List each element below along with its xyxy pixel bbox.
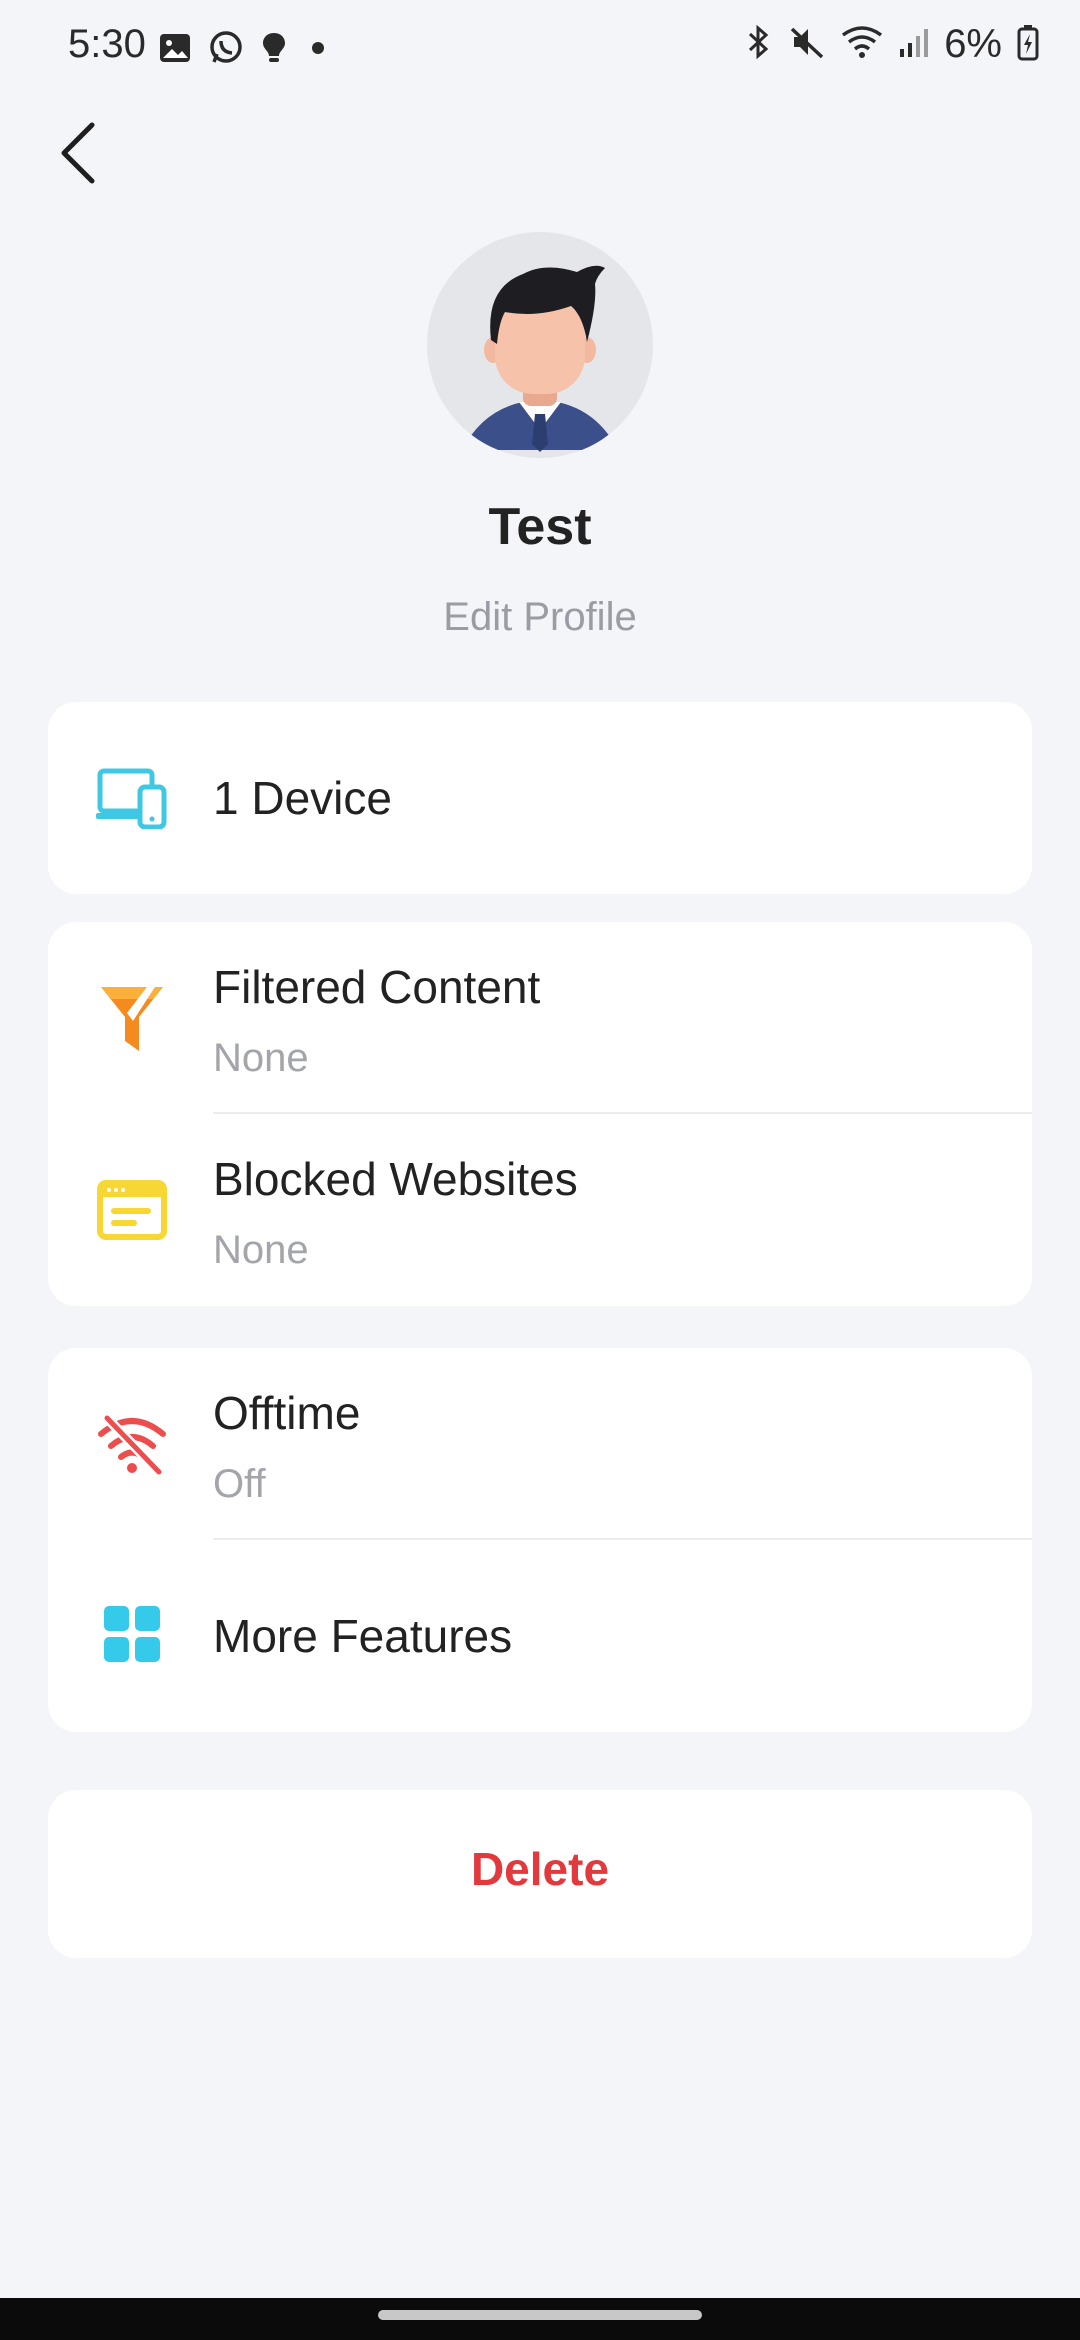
more-features-title: More Features (213, 1610, 513, 1662)
offtime-row[interactable]: Offtime Off (48, 1348, 1032, 1540)
avatar-man-icon (462, 265, 618, 452)
blocked-websites-title: Blocked Websites (213, 1153, 578, 1205)
filtered-content-value: None (213, 1036, 309, 1080)
grid-icon (96, 1598, 168, 1670)
battery-icon (1016, 23, 1040, 66)
devices-row[interactable]: 1 Device (48, 702, 1032, 894)
filtered-content-row[interactable]: Filtered Content None (48, 922, 1032, 1114)
profile-name: Test (488, 498, 592, 556)
filtered-content-title: Filtered Content (213, 961, 541, 1013)
delete-label: Delete (470, 1843, 610, 1895)
more-features-text: More Features (213, 1613, 1032, 1659)
content-card: Filtered Content None Blocked Websites N… (48, 922, 1032, 1306)
devices-text: 1 Device (213, 775, 1032, 821)
mute-icon (788, 23, 826, 66)
battery-percent: 6% (944, 22, 1002, 66)
bulb-icon (260, 30, 288, 71)
wifi-icon (840, 23, 884, 66)
profile-screen: 5:30 6% Test Edit Profile 1 Device Filte… (0, 0, 1080, 2340)
wifi-off-icon (96, 1408, 168, 1480)
status-time: 5:30 (68, 22, 146, 66)
whatsapp-icon (208, 30, 244, 71)
home-gesture-handle[interactable] (378, 2310, 702, 2320)
bluetooth-icon (744, 23, 774, 66)
blocked-websites-row[interactable]: Blocked Websites None (48, 1114, 1032, 1306)
more-features-row[interactable]: More Features (48, 1540, 1032, 1732)
avatar[interactable] (427, 232, 653, 458)
status-right: 6% (744, 22, 1040, 67)
back-button[interactable] (48, 118, 108, 188)
features-card: Offtime Off More Features (48, 1348, 1032, 1732)
devices-card[interactable]: 1 Device (48, 702, 1032, 894)
dot-icon (304, 34, 332, 67)
devices-icon (96, 762, 168, 834)
delete-button[interactable]: Delete (48, 1790, 1032, 1958)
browser-icon (96, 1174, 168, 1246)
status-left-icons (158, 30, 332, 71)
filtered-content-text: Filtered Content None (213, 964, 1032, 1078)
offtime-text: Offtime Off (213, 1390, 1032, 1504)
blocked-websites-text: Blocked Websites None (213, 1156, 1032, 1270)
offtime-value: Off (213, 1462, 266, 1506)
status-bar: 5:30 6% (0, 0, 1080, 96)
signal-icon (898, 23, 930, 66)
devices-label: 1 Device (213, 772, 392, 824)
chevron-left-icon (61, 122, 95, 184)
edit-profile-link[interactable]: Edit Profile (0, 595, 1080, 640)
filter-icon (96, 982, 168, 1054)
blocked-websites-value: None (213, 1228, 309, 1272)
offtime-title: Offtime (213, 1387, 361, 1439)
navigation-bar (0, 2298, 1080, 2340)
gallery-icon (158, 31, 192, 70)
